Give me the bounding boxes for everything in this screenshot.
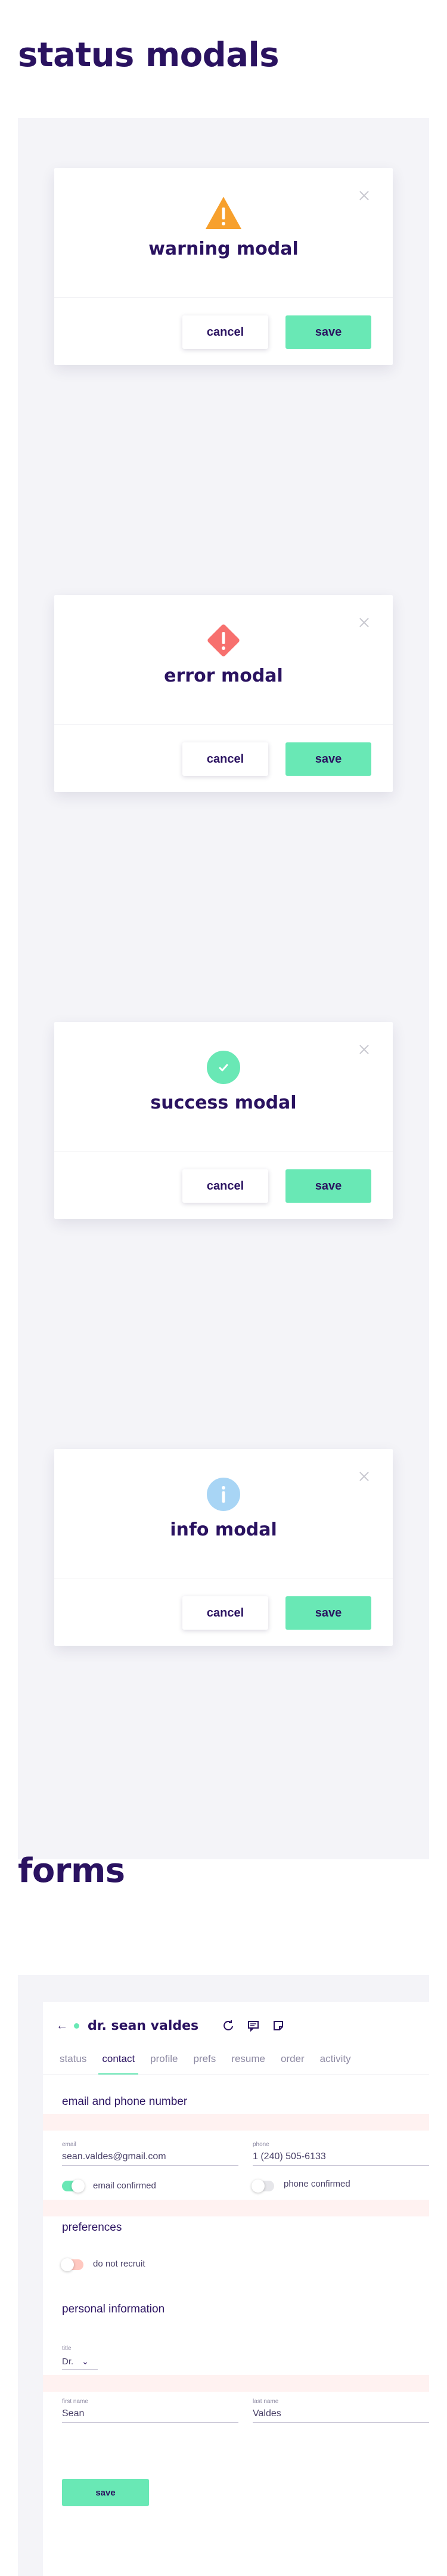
forms-heading: forms <box>18 1852 125 1890</box>
save-button[interactable]: save <box>285 1169 371 1203</box>
email-confirmed-label: email confirmed <box>93 2181 156 2191</box>
info-icon <box>204 1475 243 1513</box>
chevron-down-icon: ⌄ <box>82 2356 89 2366</box>
modal-footer: cancel save <box>54 1578 393 1646</box>
tab-status[interactable]: status <box>60 2049 86 2072</box>
save-button[interactable]: save <box>285 1596 371 1630</box>
first-name-field[interactable] <box>62 2405 238 2423</box>
warning-modal: warning modal cancel save <box>54 168 393 365</box>
modal-title: warning modal <box>148 239 299 259</box>
cancel-button[interactable]: cancel <box>182 315 268 349</box>
back-arrow-icon[interactable]: ← <box>56 2019 74 2033</box>
modal-title: success modal <box>150 1092 297 1113</box>
close-icon[interactable] <box>358 1044 370 1055</box>
note-icon[interactable] <box>271 2018 285 2033</box>
error-modal: error modal cancel save <box>54 595 393 792</box>
do-not-recruit-toggle[interactable] <box>61 2258 83 2271</box>
close-icon[interactable] <box>358 617 370 628</box>
modal-footer: cancel save <box>54 724 393 792</box>
person-name: dr. sean valdes <box>88 2018 199 2033</box>
last-name-label: last name <box>253 2398 279 2405</box>
info-modal: info modal cancel save <box>54 1449 393 1646</box>
form-save-button[interactable]: save <box>62 2479 149 2506</box>
title-value: Dr. <box>62 2356 74 2367</box>
error-icon <box>204 621 243 660</box>
modal-footer: cancel save <box>54 297 393 365</box>
preferences-heading: preferences <box>62 2221 122 2234</box>
close-icon[interactable] <box>358 190 370 202</box>
message-icon[interactable] <box>246 2018 260 2033</box>
first-name-label: first name <box>62 2398 88 2405</box>
check-icon <box>204 1048 243 1086</box>
contact-form-card: ← dr. sean valdes status contact profile… <box>43 2002 429 2576</box>
email-phone-heading: email and phone number <box>62 2095 188 2108</box>
status-modals-heading: status modals <box>18 36 280 75</box>
cancel-button[interactable]: cancel <box>182 1169 268 1203</box>
cancel-button[interactable]: cancel <box>182 742 268 776</box>
cancel-button[interactable]: cancel <box>182 1596 268 1630</box>
phone-confirmed-label: phone confirmed <box>284 2179 350 2189</box>
modal-title: info modal <box>170 1519 277 1540</box>
modal-footer: cancel save <box>54 1151 393 1219</box>
tab-resume[interactable]: resume <box>231 2049 265 2072</box>
do-not-recruit-label: do not recruit <box>93 2259 145 2269</box>
modal-title: error modal <box>164 665 283 686</box>
refresh-icon[interactable] <box>221 2018 235 2033</box>
status-dot <box>74 2023 79 2029</box>
personal-info-heading: personal information <box>62 2303 165 2315</box>
save-button[interactable]: save <box>285 742 371 776</box>
warning-icon <box>204 194 243 233</box>
tab-profile[interactable]: profile <box>150 2049 178 2072</box>
section-band <box>43 2375 429 2392</box>
phone-confirmed-toggle[interactable] <box>252 2179 274 2193</box>
section-band <box>43 2114 429 2131</box>
tab-prefs[interactable]: prefs <box>193 2049 216 2072</box>
tab-activity[interactable]: activity <box>320 2049 351 2072</box>
email-field[interactable] <box>62 2148 238 2166</box>
form-header: ← dr. sean valdes <box>56 2014 296 2038</box>
title-label: title <box>62 2345 72 2352</box>
email-label: email <box>62 2141 76 2148</box>
save-button[interactable]: save <box>285 315 371 349</box>
last-name-field[interactable] <box>253 2405 429 2423</box>
tab-bar: status contact profile prefs resume orde… <box>60 2049 367 2075</box>
section-band <box>43 2200 429 2216</box>
close-icon[interactable] <box>358 1470 370 1482</box>
email-confirmed-toggle[interactable] <box>62 2179 85 2193</box>
success-modal: success modal cancel save <box>54 1022 393 1219</box>
tab-order[interactable]: order <box>281 2049 305 2072</box>
phone-label: phone <box>253 2141 269 2148</box>
tab-contact[interactable]: contact <box>98 2049 138 2075</box>
title-select[interactable]: Dr. ⌄ <box>62 2354 98 2370</box>
phone-field[interactable] <box>253 2148 429 2166</box>
